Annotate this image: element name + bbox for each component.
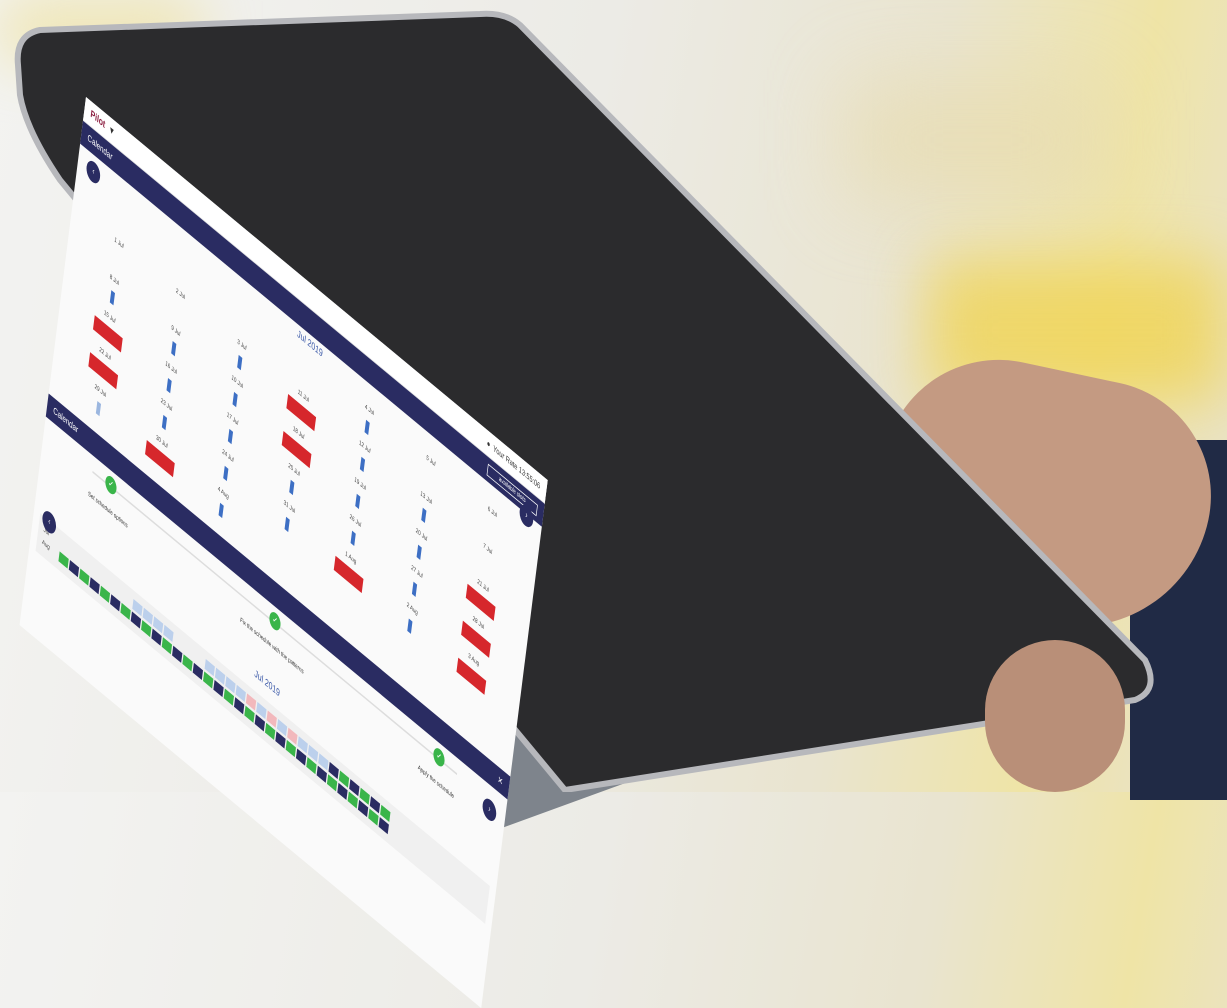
available-slot[interactable] bbox=[350, 530, 356, 547]
available-slot[interactable] bbox=[237, 354, 243, 371]
available-slot[interactable] bbox=[284, 516, 290, 533]
user-icon: ● bbox=[486, 437, 491, 450]
available-slot[interactable] bbox=[355, 493, 361, 510]
available-slot[interactable] bbox=[218, 502, 224, 519]
available-slot[interactable] bbox=[289, 479, 295, 496]
available-slot[interactable] bbox=[232, 391, 238, 408]
available-slot[interactable] bbox=[359, 456, 366, 473]
check-icon: ✓ bbox=[104, 472, 118, 498]
available-slot[interactable] bbox=[166, 377, 172, 394]
chevron-down-icon[interactable]: ▼ bbox=[108, 124, 115, 139]
available-slot[interactable] bbox=[170, 340, 177, 357]
available-slot[interactable] bbox=[227, 428, 233, 445]
available-slot[interactable] bbox=[161, 414, 167, 431]
available-slot[interactable] bbox=[95, 400, 101, 417]
chevron-right-icon[interactable]: › bbox=[481, 794, 498, 826]
close-icon[interactable]: ✕ bbox=[497, 774, 503, 788]
available-slot[interactable] bbox=[416, 544, 422, 561]
available-slot[interactable] bbox=[412, 581, 418, 598]
available-slot[interactable] bbox=[364, 419, 370, 436]
brand-logo[interactable]: Pilot bbox=[90, 108, 106, 131]
check-icon: ✓ bbox=[268, 608, 282, 634]
available-slot[interactable] bbox=[109, 289, 115, 306]
right-thumb bbox=[985, 640, 1125, 792]
check-icon: ✓ bbox=[432, 744, 446, 770]
available-slot[interactable] bbox=[407, 618, 413, 635]
available-slot[interactable] bbox=[223, 465, 229, 482]
available-slot[interactable] bbox=[421, 507, 427, 524]
